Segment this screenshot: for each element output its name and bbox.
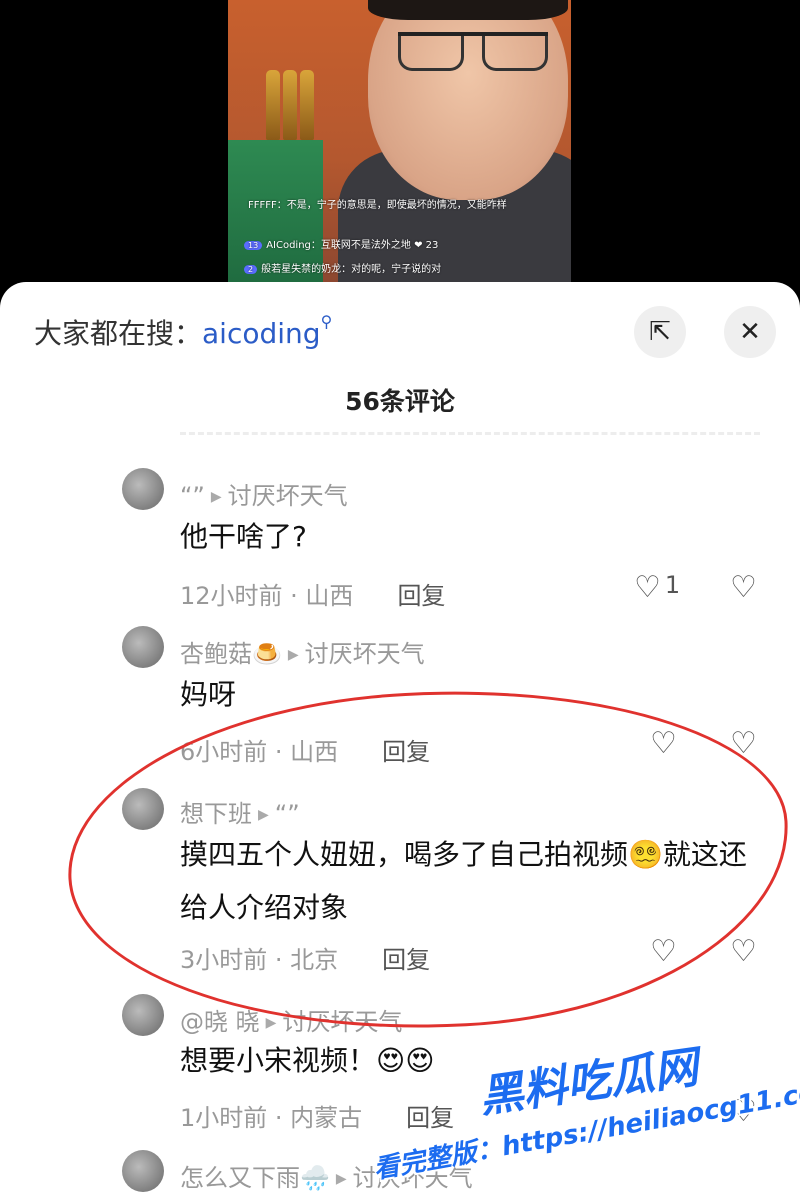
search-suggestion[interactable]: 大家都在搜：aicoding⚲ <box>34 312 332 352</box>
username: @晓 晓 <box>180 1008 260 1036</box>
chat-message: 2 般若星失禁的奶龙：对的呢，宁子说的对 <box>244 260 441 275</box>
heart-icon: ♡ <box>650 726 677 761</box>
reply-button[interactable]: 回复 <box>382 946 430 974</box>
comment-meta: 12小时前 · 山西 回复 <box>180 576 445 611</box>
comment-user-row[interactable]: 想下班 ▶ “” <box>180 794 300 829</box>
reply-to-user: “” <box>274 800 300 828</box>
username: “” <box>180 482 205 510</box>
close-button[interactable]: ✕ <box>724 306 776 358</box>
level-badge: 2 <box>244 265 258 274</box>
comment-text: 他干啥了? <box>180 520 307 553</box>
comment-time-location: 12小时前 · 山西 <box>180 582 354 610</box>
reply-arrow-icon: ▶ <box>258 807 269 823</box>
avatar[interactable] <box>122 994 164 1036</box>
comment-time-location: 3小时前 · 北京 <box>180 946 339 974</box>
broken-heart-icon: ♡ <box>730 570 757 605</box>
like-button[interactable]: ♡ <box>650 726 677 761</box>
dislike-button[interactable]: ♡ <box>730 726 757 761</box>
username: 怎么又下雨🌧️ <box>180 1164 330 1192</box>
search-icon: ⚲ <box>320 312 333 331</box>
comment-meta: 3小时前 · 北京 回复 <box>180 940 430 975</box>
comment-meta: 6小时前 · 山西 回复 <box>180 732 430 767</box>
expand-button[interactable]: ⇱ <box>634 306 686 358</box>
avatar[interactable] <box>122 626 164 668</box>
like-button[interactable]: ♡ 1 <box>634 570 680 605</box>
avatar[interactable] <box>122 788 164 830</box>
reply-to-user: 讨厌坏天气 <box>304 640 425 668</box>
avatar[interactable] <box>122 1150 164 1192</box>
search-keyword[interactable]: aicoding <box>202 317 321 350</box>
comment-text: 摸四五个人妞妞，喝多了自己拍视频😵‍💫就这还给人介绍对象 <box>180 838 747 925</box>
chat-message: FFFFF：不是，宁子的意思是，即使最坏的情况，又能咋样 <box>248 200 507 211</box>
reply-arrow-icon: ▶ <box>265 1015 277 1031</box>
reply-arrow-icon: ▶ <box>335 1171 347 1187</box>
like-count: 1 <box>664 571 681 599</box>
reply-button[interactable]: 回复 <box>406 1104 454 1132</box>
reply-to-user: 讨厌坏天气 <box>282 1008 403 1036</box>
live-video[interactable]: FFFFF：不是，宁子的意思是，即使最坏的情况，又能咋样 13 AICoding：… <box>228 0 571 290</box>
avatar[interactable] <box>122 468 164 510</box>
comment-time-location: 1小时前 · 内蒙古 <box>180 1104 363 1132</box>
dislike-button[interactable]: ♡ <box>730 934 757 969</box>
comment-user-row[interactable]: 杏鲍菇🍮 ▶ 讨厌坏天气 <box>180 634 425 669</box>
chat-message: 13 AICoding：互联网不是法外之地 ❤ 23 <box>244 236 438 251</box>
comment-user-row[interactable]: “” ▶ 讨厌坏天气 <box>180 476 348 511</box>
clipped-comment-row <box>180 432 760 449</box>
expand-icon: ⇱ <box>649 317 671 347</box>
heart-icon: ♡ <box>650 934 677 969</box>
heart-icon: ♡ <box>634 570 661 605</box>
comment-time-location: 6小时前 · 山西 <box>180 738 339 766</box>
bottle <box>283 70 297 140</box>
comment-meta: 1小时前 · 内蒙古 回复 <box>180 1098 454 1133</box>
broken-heart-icon: ♡ <box>730 726 757 761</box>
username: 想下班 <box>180 800 252 828</box>
like-button[interactable]: ♡ <box>650 934 677 969</box>
bottle <box>300 70 314 140</box>
username: 杏鲍菇🍮 <box>180 640 282 668</box>
reply-button[interactable]: 回复 <box>382 738 430 766</box>
reply-to-user: 讨厌坏天气 <box>227 482 348 510</box>
reply-arrow-icon: ▶ <box>210 489 222 505</box>
level-badge: 13 <box>244 241 263 250</box>
comment-count-title: 56条评论 <box>345 387 455 416</box>
close-icon: ✕ <box>739 317 761 347</box>
reply-button[interactable]: 回复 <box>397 582 445 610</box>
comment-text: 妈呀 <box>180 678 237 711</box>
bottle <box>266 70 280 140</box>
dislike-button[interactable]: ♡ <box>730 570 757 605</box>
broken-heart-icon: ♡ <box>730 934 757 969</box>
comment-user-row[interactable]: @晓 晓 ▶ 讨厌坏天气 <box>180 1002 402 1037</box>
reply-arrow-icon: ▶ <box>287 647 299 663</box>
